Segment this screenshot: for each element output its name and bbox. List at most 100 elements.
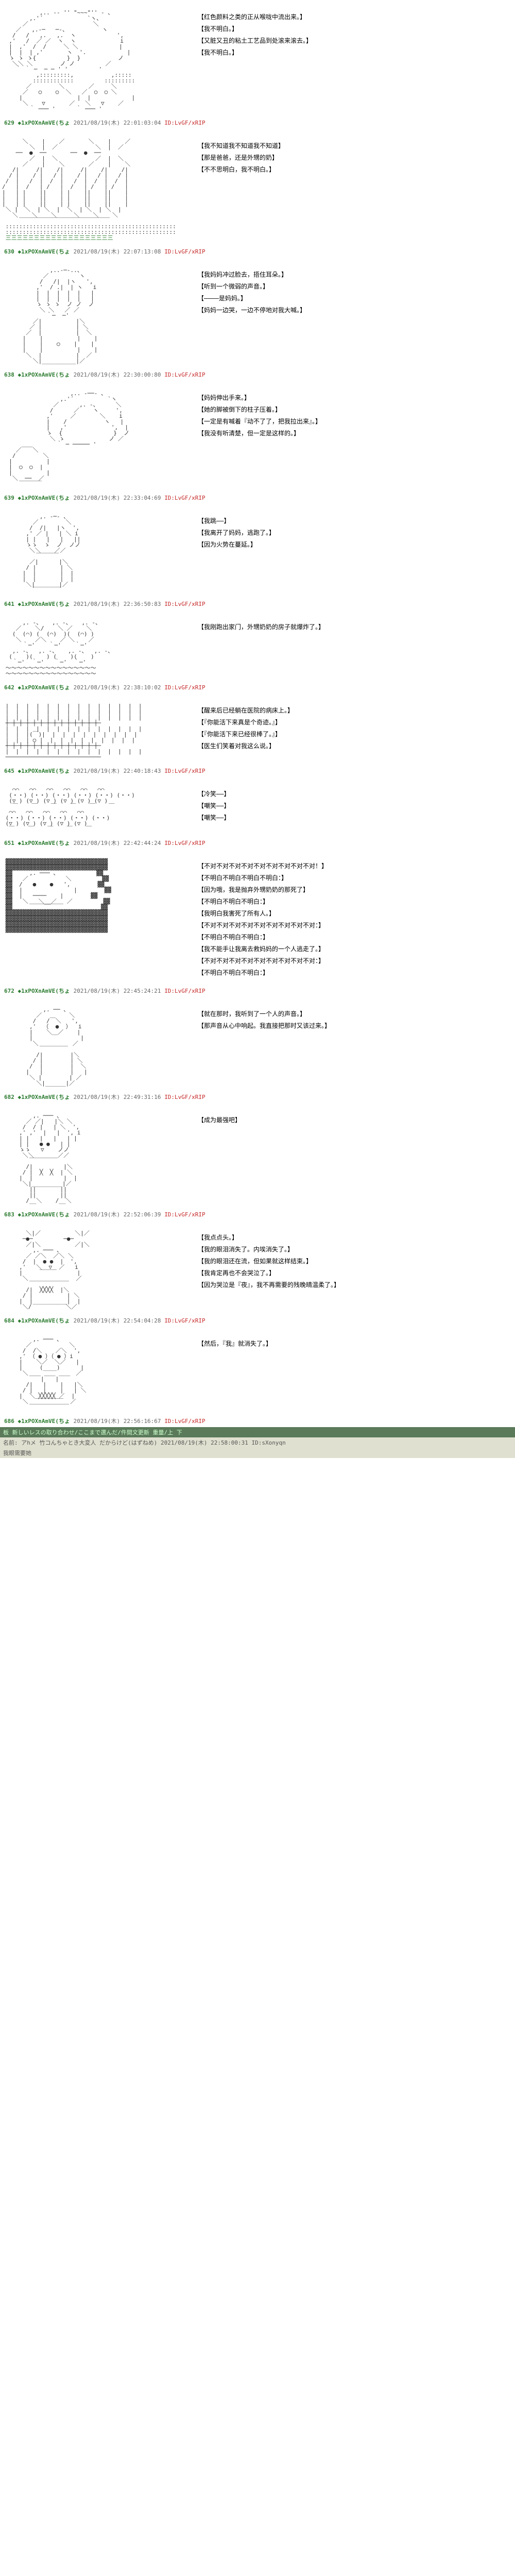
post-number[interactable]: 672 <box>4 988 14 994</box>
dialog-line: 【不对不对不对不对不对不对不对不对不对：】 <box>198 921 328 929</box>
dialog-line: 【不不思明白，我不明白。】 <box>198 165 284 174</box>
dialog-line: 【不明白不明白不明白：】 <box>198 897 328 906</box>
post-date: 2021/08/19(木) 22:42:44:24 <box>74 840 161 846</box>
poster-name[interactable]: ◆1xPOXnAmVE(ちょ <box>18 1211 70 1218</box>
post-number[interactable]: 629 <box>4 120 14 126</box>
post: ＼ | ／ ＼ | ／ ＼ | ／ ＼ | ／ ── ● ── ── ● ── … <box>0 129 515 245</box>
ascii-art: ,. -、 ,. -、 ,. -、 ／ ＼/ ＼ ／ ＼ ( (⌒) ( (⌒)… <box>2 614 198 676</box>
post-id[interactable]: ID:LvGF/xRIP <box>164 371 205 378</box>
dialog-line: 【妈妈一边哭，一边不停地对我大喊。】 <box>198 306 306 314</box>
dialog: 【不对不对不对不对不对不对不对不对不对！】 【不明白不明白不明白不明白：】 【因… <box>198 853 328 980</box>
dialog: 【我点点头。】 【我的眼泪消失了。内埃消失了。】 【我的眼泪还在流，但如果就这样… <box>198 1225 340 1292</box>
dialog: 【成为最强吧】 <box>198 1107 241 1127</box>
post-number[interactable]: 645 <box>4 768 14 774</box>
post-meta: 630 ◆1xPOXnAmVE(ちょ 2021/08/19(木) 22:07:1… <box>0 245 515 258</box>
post-meta: 629 ◆1xPOXnAmVE(ちょ 2021/08/19(木) 22:01:0… <box>0 116 515 129</box>
dialog-line: 【成为最强吧】 <box>198 1115 241 1124</box>
reply-meta: 名前: アhメ 竹コんちゃとき大変人 だからけど(はずねめ) 2021/08/1… <box>0 1437 515 1448</box>
nav-text[interactable]: 板 新しいレスの取り合わせ/ここまで選んだ/件間文更新 重量/上 下 <box>3 1429 182 1436</box>
poster-name[interactable]: ◆1xPOXnAmVE(ちょ <box>18 120 70 126</box>
poster-name[interactable]: ◆1xPOXnAmVE(ちょ <box>18 248 70 255</box>
reply-meta-text: 名前: アhメ 竹コんちゃとき大変人 だからけど(はずねめ) 2021/08/1… <box>3 1439 286 1446</box>
post-number[interactable]: 682 <box>4 1094 14 1100</box>
post-number[interactable]: 642 <box>4 684 14 691</box>
dialog-line: 【我不知道我不知道我不知道】 <box>198 141 284 150</box>
post-id[interactable]: ID:LvGF/xRIP <box>164 248 205 255</box>
dialog-line: 【一定是有喊着『动不了了，把我拉出来』。】 <box>198 417 321 426</box>
post-id[interactable]: ID:LvGF/xRIP <box>164 120 205 126</box>
post-number[interactable]: 651 <box>4 840 14 846</box>
poster-name[interactable]: ◆1xPOXnAmVE(ちょ <box>18 1094 70 1100</box>
poster-name[interactable]: ◆1xPOXnAmVE(ちょ <box>18 1418 70 1425</box>
post-id[interactable]: ID:LvGF/xRIP <box>164 1317 205 1324</box>
dialog-line: 【妈妈伸出手来。】 <box>198 393 321 402</box>
dialog-line: 【又脏又丑的粘土工艺品到处滚来滚去。】 <box>198 36 312 45</box>
post-number[interactable]: 638 <box>4 371 14 378</box>
post-id[interactable]: ID:LvGF/xRIP <box>164 684 205 691</box>
post-number[interactable]: 683 <box>4 1211 14 1218</box>
dialog: 【妈妈伸出手来。】 【她的脚被倒下的柱子压着。】 【一定是有喊着『动不了了，把我… <box>198 385 321 440</box>
dialog-line: 【医生们笑着对我这么说。】 <box>198 741 294 750</box>
poster-name[interactable]: ◆1xPOXnAmVE(ちょ <box>18 840 70 846</box>
dialog-line: 【我离开了妈妈，逃跑了。】 <box>198 528 275 537</box>
dialog-line: 【不明白不明白不明白：】 <box>198 933 328 941</box>
dialog-line: 【那是爸爸，还是外甥的奶】 <box>198 153 284 162</box>
dialog-line: 【我不明白。】 <box>198 24 312 33</box>
post-date: 2021/08/19(木) 22:40:18:43 <box>74 768 161 774</box>
dialog-line: 【嘲笑——】 <box>198 813 230 822</box>
post-meta: 684 ◆1xPOXnAmVE(ちょ 2021/08/19(木) 22:54:0… <box>0 1314 515 1327</box>
post-number[interactable]: 686 <box>4 1418 14 1425</box>
poster-name[interactable]: ◆1xPOXnAmVE(ちょ <box>18 768 70 774</box>
post-id[interactable]: ID:LvGF/xRIP <box>164 495 205 501</box>
post-meta: 641 ◆1xPOXnAmVE(ちょ 2021/08/19(木) 22:36:5… <box>0 598 515 610</box>
post-id[interactable]: ID:LvGF/xRIP <box>164 1418 205 1425</box>
dialog-line: 【因为哭泣是『夜』，我不再需要的残晚晴温柔了。】 <box>198 1280 340 1289</box>
ascii-art: ＼ | ／ ＼ | ／ ＼ | ／ ＼ | ／ ── ● ── ── ● ── … <box>2 133 198 241</box>
dialog-line: 【我点点头。】 <box>198 1233 340 1242</box>
poster-name[interactable]: ◆1xPOXnAmVE(ちょ <box>18 988 70 994</box>
dialog-line: 【我明白我害死了所有人。】 <box>198 909 328 918</box>
post-id[interactable]: ID:LvGF/xRIP <box>164 601 205 607</box>
dialog-line: 【『你能活下来真是个奇迹。』】 <box>198 718 294 726</box>
dialog-line: 【那声音从心中响起。我直接把那时又该过来。】 <box>198 1021 331 1030</box>
poster-name[interactable]: ◆1xPOXnAmVE(ちょ <box>18 684 70 691</box>
post-id[interactable]: ID:LvGF/xRIP <box>164 988 205 994</box>
post-number[interactable]: 639 <box>4 495 14 501</box>
post-id[interactable]: ID:LvGF/xRIP <box>164 1094 205 1100</box>
footer-text: 我眼需要她 <box>3 1450 31 1456</box>
dialog-line: 【我妈妈冲过脸去，捂住耳朵。】 <box>198 270 306 279</box>
ascii-art: ,. ── 、 ／ ＼ / /￣＼ ', ,' （ ● ） i | ＼＿／ | … <box>2 1001 198 1086</box>
dialog-line: 【嘲笑——】 <box>198 801 230 810</box>
dialog: 【红色颜料之类的正从喉咙中流出来。】 【我不明白。】 【又脏又丑的粘土工艺品到处… <box>198 4 312 60</box>
post: ,. -、 ,. -、 ,. -、 ／ ＼/ ＼ ／ ＼ ( (⌒) ( (⌒)… <box>0 610 515 681</box>
dialog-line: 【冷笑——】 <box>198 789 230 798</box>
post-number[interactable]: 684 <box>4 1317 14 1324</box>
post-meta: 639 ◆1xPOXnAmVE(ちょ 2021/08/19(木) 22:33:0… <box>0 492 515 504</box>
post-date: 2021/08/19(木) 22:52:06:39 <box>74 1211 161 1218</box>
post: ▓▓▓▓▓▓▓▓▓▓▓▓▓▓▓▓▓▓▓▓▓▓▓▓▓▓▓▓▓▓ ▓▓▓▓▓▓▓▓▓… <box>0 849 515 985</box>
dialog-line: 【我没有听清楚，但一定是这样的。】 <box>198 429 321 437</box>
post-id[interactable]: ID:LvGF/xRIP <box>164 1211 205 1218</box>
post-id[interactable]: ID:LvGF/xRIP <box>164 768 205 774</box>
dialog-line: 【醒来后已经躺在医院的病床上。】 <box>198 706 294 715</box>
dialog-line: 【我肯定再也不会哭泣了。】 <box>198 1268 340 1277</box>
dialog: 【冷笑——】 【嘲笑——】 【嘲笑——】 <box>198 781 230 825</box>
dialog-line: 【我跳——】 <box>198 516 275 525</box>
post-id[interactable]: ID:LvGF/xRIP <box>164 840 205 846</box>
post-number[interactable]: 641 <box>4 601 14 607</box>
ascii-art: ,. ─── 、 ／ ＼ / /＼ ／＼ ', ,' （ ● ）（ ● ）i |… <box>2 1331 198 1410</box>
poster-name[interactable]: ◆1xPOXnAmVE(ちょ <box>18 495 70 501</box>
post-date: 2021/08/19(木) 22:01:03:04 <box>74 120 161 126</box>
dialog-line: 【我不能手让我离去救妈妈的一个人逃走了。】 <box>198 944 328 953</box>
post: ,..-─-..、 ／ ヽ / /| |ヽ ', ,' / .| | ヽ i |… <box>0 258 515 368</box>
dialog-line: 【因为哦，我是抛弃外甥奶奶的那死了】 <box>198 885 328 894</box>
post-meta: 672 ◆1xPOXnAmVE(ちょ 2021/08/19(木) 22:45:2… <box>0 985 515 997</box>
post-meta: 638 ◆1xPOXnAmVE(ちょ 2021/08/19(木) 22:30:0… <box>0 368 515 381</box>
dialog-line: 【我的眼泪消失了。内埃消失了。】 <box>198 1245 340 1253</box>
poster-name[interactable]: ◆1xPOXnAmVE(ちょ <box>18 371 70 378</box>
post-number[interactable]: 630 <box>4 248 14 255</box>
poster-name[interactable]: ◆1xPOXnAmVE(ちょ <box>18 1317 70 1324</box>
post-meta: 642 ◆1xPOXnAmVE(ちょ 2021/08/19(木) 22:38:1… <box>0 681 515 693</box>
post: | | | | | | | | | | | | | | | | | | | | … <box>0 693 515 765</box>
poster-name[interactable]: ◆1xPOXnAmVE(ちょ <box>18 601 70 607</box>
